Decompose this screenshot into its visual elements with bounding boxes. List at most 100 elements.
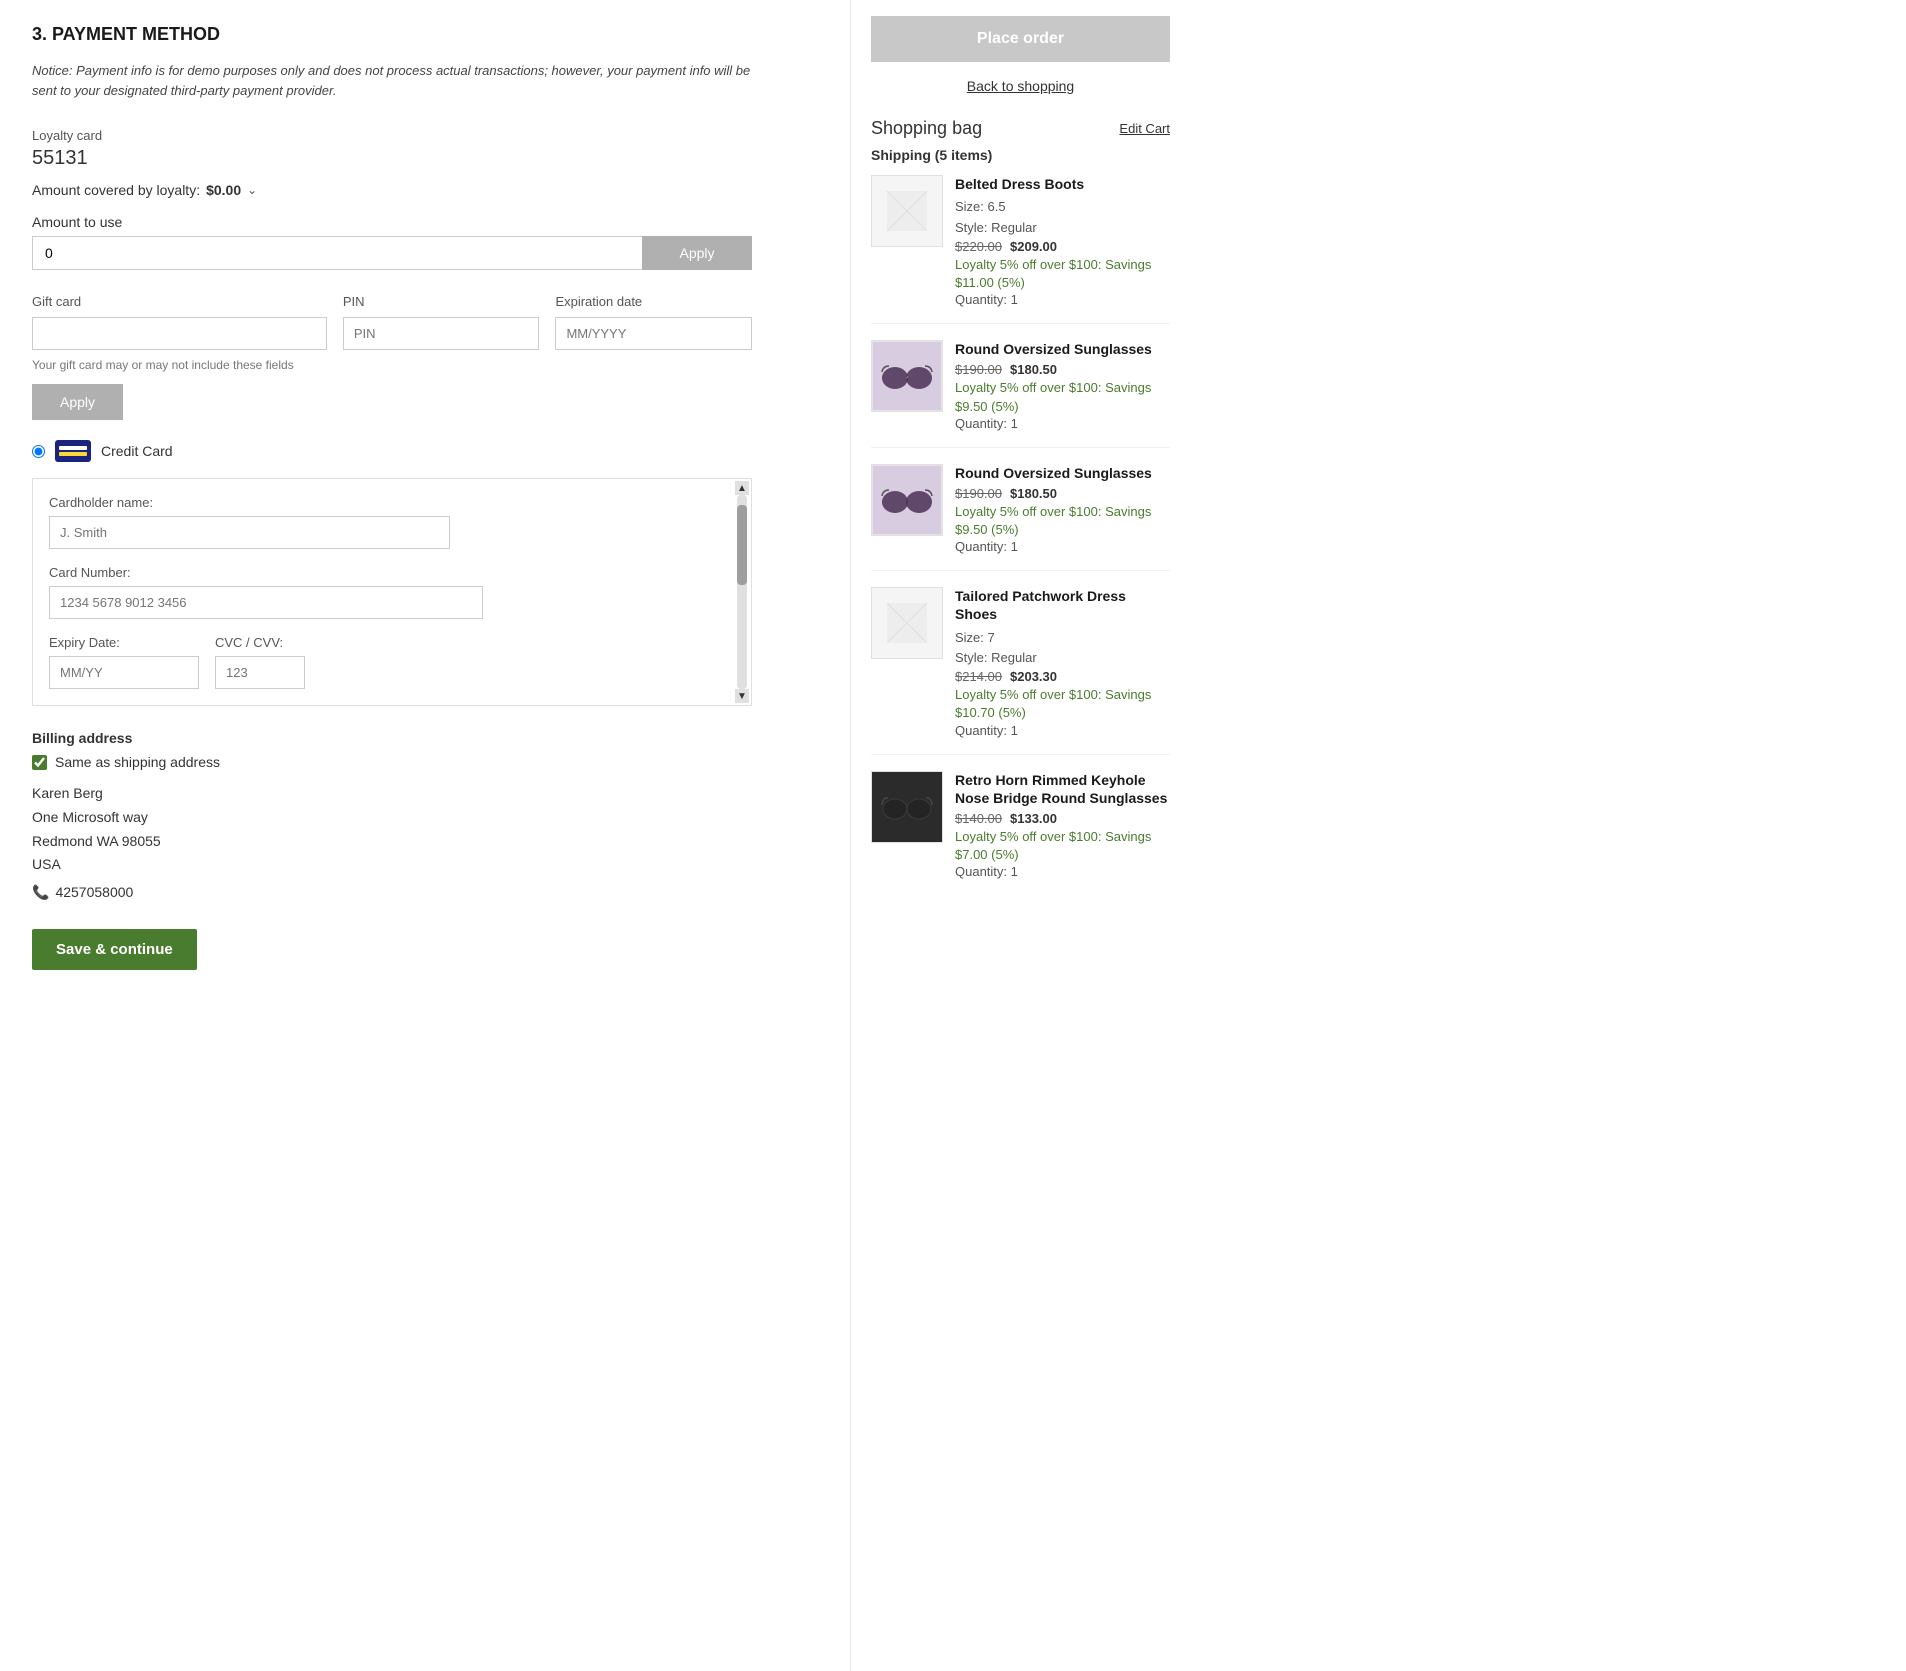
item-qty: Quantity: 1 bbox=[955, 292, 1170, 307]
sunglasses-image-icon bbox=[873, 342, 941, 410]
price-original: $140.00 bbox=[955, 811, 1002, 826]
place-order-button[interactable]: Place order bbox=[871, 16, 1170, 62]
placeholder-shoes-icon bbox=[887, 603, 927, 643]
gift-card-section: Gift card PIN Expiration date Your gift … bbox=[32, 294, 752, 420]
cvv-group: CVC / CVV: bbox=[215, 635, 305, 689]
item-prices: $140.00 $133.00 bbox=[955, 811, 1170, 826]
credit-card-option[interactable]: Credit Card bbox=[32, 440, 752, 462]
shopping-bag-title: Shopping bag bbox=[871, 118, 982, 139]
loyalty-savings: Loyalty 5% off over $100: Savings $7.00 … bbox=[955, 828, 1170, 864]
gift-card-row: Gift card PIN Expiration date bbox=[32, 294, 752, 350]
item-prices: $214.00 $203.30 bbox=[955, 669, 1170, 684]
item-image-retro-sunglasses bbox=[871, 771, 943, 843]
item-prices: $190.00 $180.50 bbox=[955, 486, 1170, 501]
expiry-cvv-row: Expiry Date: CVC / CVV: bbox=[49, 635, 717, 689]
billing-country: USA bbox=[32, 853, 818, 877]
loyalty-savings: Loyalty 5% off over $100: Savings $11.00… bbox=[955, 256, 1170, 292]
card-icon bbox=[55, 440, 91, 462]
billing-name: Karen Berg bbox=[32, 782, 818, 806]
item-style: Style: Regular bbox=[955, 218, 1170, 239]
item-name: Round Oversized Sunglasses bbox=[955, 464, 1170, 482]
gift-card-label: Gift card bbox=[32, 294, 327, 309]
back-to-shopping[interactable]: Back to shopping bbox=[871, 78, 1170, 94]
item-name: Round Oversized Sunglasses bbox=[955, 340, 1170, 358]
item-image-shoes bbox=[871, 587, 943, 659]
scroll-up-arrow[interactable]: ▲ bbox=[735, 481, 749, 495]
loyalty-section: Loyalty card 55131 Amount covered by loy… bbox=[32, 128, 818, 270]
pin-field-group: PIN bbox=[343, 294, 540, 350]
loyalty-card-number: 55131 bbox=[32, 147, 818, 170]
shipping-label: Shipping (5 items) bbox=[871, 147, 1170, 163]
same-as-shipping-checkbox[interactable] bbox=[32, 755, 47, 770]
billing-title: Billing address bbox=[32, 730, 818, 746]
item-details: Retro Horn Rimmed Keyhole Nose Bridge Ro… bbox=[955, 771, 1170, 880]
scroll-down-arrow[interactable]: ▼ bbox=[735, 689, 749, 703]
expiry-input[interactable] bbox=[49, 656, 199, 689]
billing-address1: One Microsoft way bbox=[32, 806, 818, 830]
price-sale: $180.50 bbox=[1010, 486, 1057, 501]
price-original: $220.00 bbox=[955, 239, 1002, 254]
item-qty: Quantity: 1 bbox=[955, 416, 1170, 431]
amount-to-use-input[interactable]: 0 bbox=[32, 236, 642, 270]
loyalty-savings: Loyalty 5% off over $100: Savings $9.50 … bbox=[955, 503, 1170, 539]
cardholder-input[interactable] bbox=[49, 516, 450, 549]
price-original: $190.00 bbox=[955, 486, 1002, 501]
loyalty-apply-button[interactable]: Apply bbox=[642, 236, 752, 270]
card-number-input[interactable] bbox=[49, 586, 483, 619]
pin-label: PIN bbox=[343, 294, 540, 309]
notice-text: Notice: Payment info is for demo purpose… bbox=[32, 61, 752, 100]
loyalty-savings: Loyalty 5% off over $100: Savings $9.50 … bbox=[955, 379, 1170, 415]
item-qty: Quantity: 1 bbox=[955, 539, 1170, 554]
sidebar: Place order Back to shopping Shopping ba… bbox=[850, 0, 1190, 1671]
billing-same-row[interactable]: Same as shipping address bbox=[32, 754, 818, 770]
item-image-sunglasses2 bbox=[871, 464, 943, 536]
gift-card-hint: Your gift card may or may not include th… bbox=[32, 358, 752, 372]
gift-card-apply-button[interactable]: Apply bbox=[32, 384, 123, 420]
shopping-bag-header: Shopping bag Edit Cart bbox=[871, 118, 1170, 139]
item-size: Size: 7 bbox=[955, 628, 1170, 649]
amount-input-row: 0 Apply bbox=[32, 236, 752, 270]
cart-item: Retro Horn Rimmed Keyhole Nose Bridge Ro… bbox=[871, 771, 1170, 896]
price-original: $190.00 bbox=[955, 362, 1002, 377]
billing-address: Karen Berg One Microsoft way Redmond WA … bbox=[32, 782, 818, 905]
item-name: Tailored Patchwork Dress Shoes bbox=[955, 587, 1170, 623]
item-name: Retro Horn Rimmed Keyhole Nose Bridge Ro… bbox=[955, 771, 1170, 807]
price-sale: $133.00 bbox=[1010, 811, 1057, 826]
loyalty-amount-covered-row: Amount covered by loyalty: $0.00 ⌄ bbox=[32, 182, 818, 198]
item-style: Style: Regular bbox=[955, 648, 1170, 669]
price-original: $214.00 bbox=[955, 669, 1002, 684]
cvv-input[interactable] bbox=[215, 656, 305, 689]
scrollbar-track bbox=[737, 495, 747, 689]
loyalty-savings: Loyalty 5% off over $100: Savings $10.70… bbox=[955, 686, 1170, 722]
pin-input[interactable] bbox=[343, 317, 540, 350]
chevron-down-icon[interactable]: ⌄ bbox=[247, 183, 257, 197]
item-qty: Quantity: 1 bbox=[955, 864, 1170, 879]
price-sale: $209.00 bbox=[1010, 239, 1057, 254]
item-qty: Quantity: 1 bbox=[955, 723, 1170, 738]
item-image-boots bbox=[871, 175, 943, 247]
amount-to-use-label: Amount to use bbox=[32, 214, 818, 230]
expiration-input[interactable] bbox=[555, 317, 752, 350]
back-to-shopping-link[interactable]: Back to shopping bbox=[967, 78, 1074, 94]
scrollbar[interactable]: ▲ ▼ bbox=[735, 481, 749, 703]
phone-icon: 📞 bbox=[32, 881, 49, 905]
item-name: Belted Dress Boots bbox=[955, 175, 1170, 193]
billing-phone-number: 4257058000 bbox=[55, 881, 133, 905]
cart-item: Round Oversized Sunglasses $190.00 $180.… bbox=[871, 464, 1170, 572]
billing-address2: Redmond WA 98055 bbox=[32, 830, 818, 854]
item-details: Tailored Patchwork Dress Shoes Size: 7 S… bbox=[955, 587, 1170, 737]
loyalty-card-label: Loyalty card bbox=[32, 128, 818, 143]
edit-cart-link[interactable]: Edit Cart bbox=[1119, 121, 1170, 136]
credit-card-radio[interactable] bbox=[32, 445, 45, 458]
gift-card-input[interactable] bbox=[32, 317, 327, 350]
save-continue-button[interactable]: Save & continue bbox=[32, 929, 197, 970]
item-image-sunglasses bbox=[871, 340, 943, 412]
cart-item: Round Oversized Sunglasses $190.00 $180.… bbox=[871, 340, 1170, 448]
cardholder-label: Cardholder name: bbox=[49, 495, 717, 510]
payment-method-section: Credit Card Cardholder name: Card Number… bbox=[32, 440, 752, 706]
price-sale: $180.50 bbox=[1010, 362, 1057, 377]
section-title: 3. PAYMENT METHOD bbox=[32, 24, 818, 45]
sunglasses2-image-icon bbox=[873, 466, 941, 534]
item-details: Round Oversized Sunglasses $190.00 $180.… bbox=[955, 340, 1170, 431]
scrollbar-thumb[interactable] bbox=[737, 505, 747, 585]
